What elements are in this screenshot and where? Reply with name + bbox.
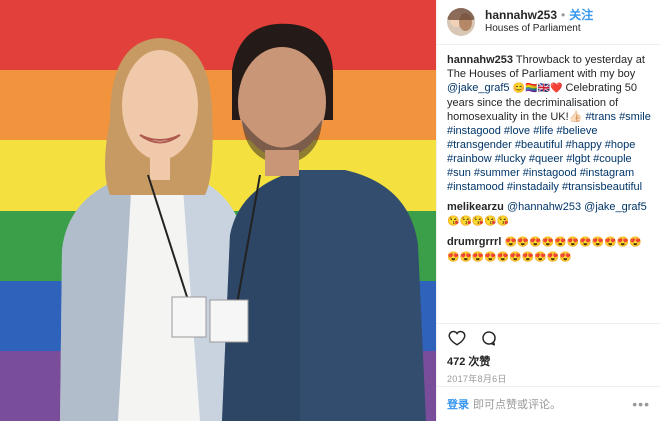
instagram-post: hannahw253 • 关注 Houses of Parliament han…: [0, 0, 660, 421]
comment-emoji: 😘😘😘😘😘: [447, 216, 510, 227]
login-prompt: 即可点赞或评论。: [473, 399, 561, 411]
likes-count[interactable]: 472 次赞: [437, 352, 660, 370]
more-options-icon[interactable]: •••: [632, 396, 650, 412]
login-link[interactable]: 登录: [447, 396, 469, 412]
comment-icon[interactable]: [479, 328, 499, 348]
woman-badge: [171, 296, 207, 338]
follow-button[interactable]: 关注: [569, 9, 593, 23]
post-actions: [437, 323, 660, 352]
header-username[interactable]: hannahw253: [485, 9, 557, 23]
comment: drumrgrrrl 😍😍😍😍😍😍😍😍😍😍😍😍😍😍😍😍😍😍😍😍😍: [447, 235, 652, 265]
avatar[interactable]: [447, 8, 475, 36]
post-sidebar: hannahw253 • 关注 Houses of Parliament han…: [436, 0, 660, 421]
caption: hannahw253 Throwback to yesterday at The…: [447, 53, 652, 194]
man-badge: [209, 299, 249, 343]
comment-mentions[interactable]: @hannahw253 @jake_graf5: [507, 201, 647, 213]
post-photo[interactable]: [0, 0, 436, 421]
comment-username[interactable]: melikearzu: [447, 201, 504, 213]
hashtag-list[interactable]: #trans #smile #instagood #love #life #be…: [447, 111, 651, 193]
login-bar: 登录 即可点赞或评论。 •••: [437, 386, 660, 421]
separator-dot: •: [561, 8, 566, 23]
location-link[interactable]: Houses of Parliament: [485, 23, 593, 35]
caption-username[interactable]: hannahw253: [447, 54, 513, 66]
heart-icon[interactable]: [447, 328, 467, 348]
post-date: 2017年8月6日: [447, 373, 507, 384]
comment: melikearzu @hannahw253 @jake_graf5 😘😘😘😘😘: [447, 200, 652, 229]
people-illustration: [60, 23, 426, 421]
comments-list: hannahw253 Throwback to yesterday at The…: [437, 45, 660, 323]
caption-emoji: 😊🏳️‍🌈🇬🇧❤️: [512, 83, 563, 94]
mention-link[interactable]: @jake_graf5: [447, 82, 510, 94]
post-header: hannahw253 • 关注 Houses of Parliament: [437, 0, 660, 45]
comment-username[interactable]: drumrgrrrl: [447, 236, 501, 248]
